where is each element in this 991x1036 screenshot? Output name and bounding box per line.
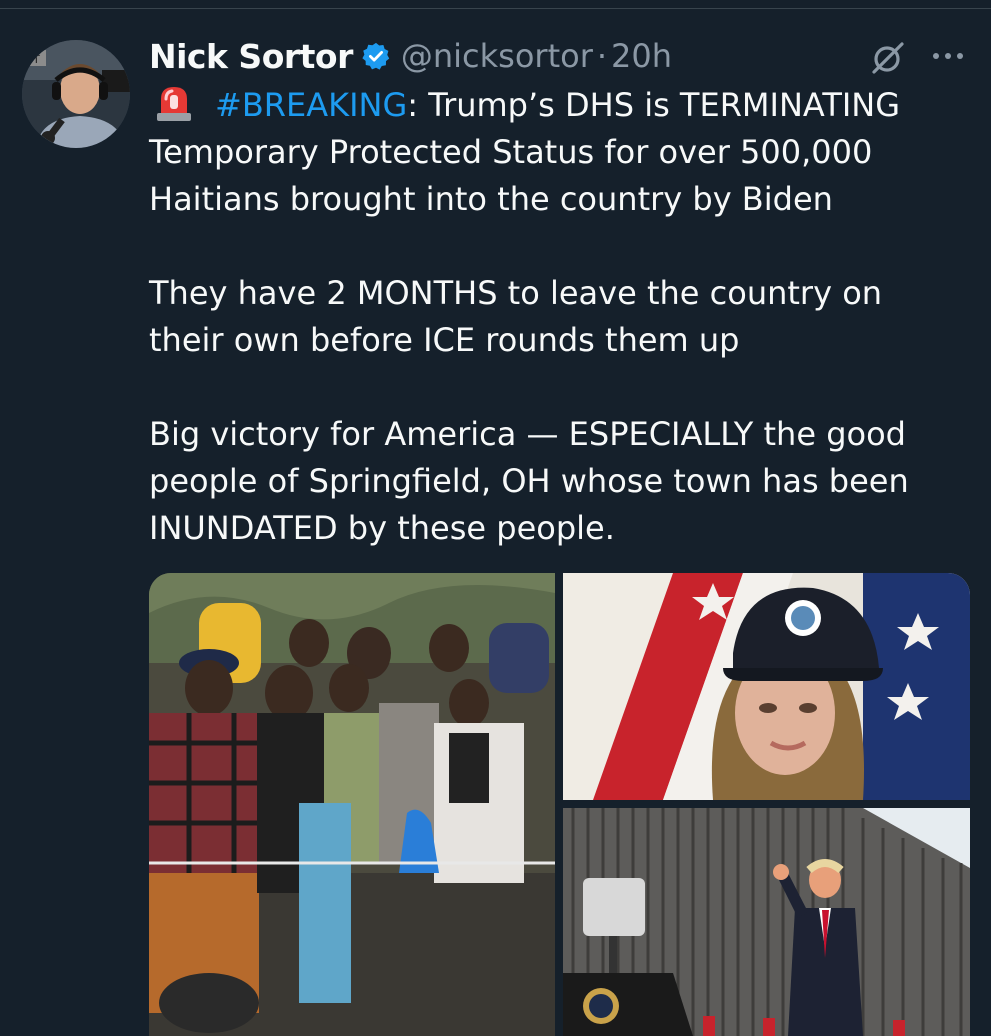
tweet-line-5: their own before ICE rounds them up [149, 321, 740, 359]
tweet-line-1-text: : Trump’s DHS is TERMINATING [407, 86, 901, 124]
tweet-text: #BREAKING: Trump’s DHS is TERMINATING Te… [149, 82, 979, 552]
divider [0, 8, 991, 9]
avatar[interactable]: ST [22, 40, 130, 148]
hashtag-link[interactable]: #BREAKING [215, 86, 407, 124]
verified-badge-icon [361, 41, 391, 71]
tweet-card[interactable]: ST Nick Sortor @nicksortor · 20h #BREAKI… [0, 0, 991, 1036]
timestamp[interactable]: 20h [611, 37, 672, 75]
siren-emoji-icon [155, 83, 193, 123]
tweet-line-8: INUNDATED by these people. [149, 509, 615, 547]
display-name[interactable]: Nick Sortor [149, 37, 353, 76]
tweet-line-4: They have 2 MONTHS to leave the country … [149, 274, 883, 312]
svg-text:ST: ST [26, 53, 40, 66]
tweet-header: Nick Sortor @nicksortor · 20h [149, 36, 672, 76]
more-options-icon[interactable] [928, 40, 968, 76]
media-photo-crowd[interactable] [149, 573, 555, 1036]
tweet-line-3: Haitians brought into the country by Bid… [149, 180, 833, 218]
tweet-line-6: Big victory for America — ESPECIALLY the… [149, 415, 906, 453]
grok-icon[interactable] [868, 38, 908, 78]
user-handle[interactable]: @nicksortor [401, 37, 593, 75]
tweet-line-2: Temporary Protected Status for over 500,… [149, 133, 873, 171]
avatar-image: ST [22, 40, 130, 148]
media-photo-border-wall[interactable] [563, 808, 970, 1036]
separator-dot: · [596, 37, 608, 75]
media-grid [149, 573, 970, 1036]
tweet-line-1: #BREAKING: Trump’s DHS is TERMINATING [149, 82, 979, 129]
media-photo-portrait[interactable] [563, 573, 970, 800]
tweet-line-7: people of Springfield, OH whose town has… [149, 462, 909, 500]
